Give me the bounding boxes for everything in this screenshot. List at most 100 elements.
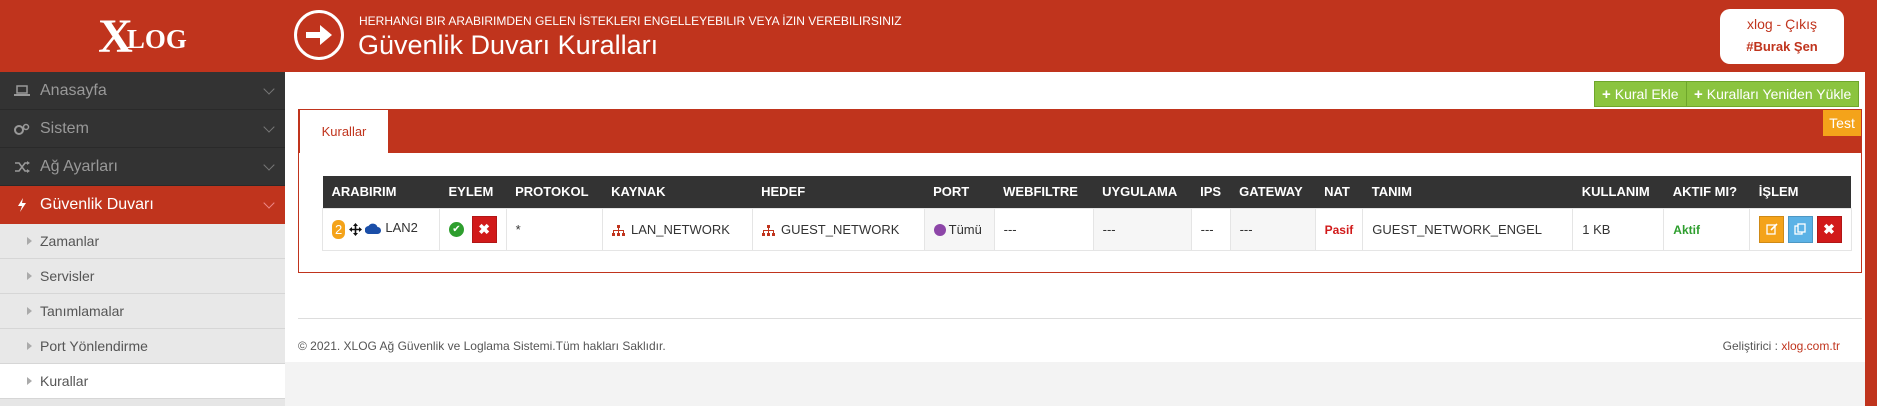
panel-header: Kurallar Test	[299, 110, 1861, 153]
sidebar-subitem-label: Servisler	[40, 268, 95, 284]
logo-text-small: LOG	[126, 23, 187, 54]
add-rule-label: Kural Ekle	[1614, 86, 1679, 102]
chevron-down-icon	[263, 121, 275, 133]
col-header-ips[interactable]: IPS	[1191, 176, 1231, 208]
gears-icon	[14, 123, 30, 135]
footer-developer: Geliştirici : xlog.com.tr	[1723, 339, 1840, 353]
sidebar-subitem-label: Kurallar	[40, 373, 89, 389]
cell-protocol: *	[505, 207, 603, 251]
sidebar-item-label: Anasayfa	[40, 81, 107, 99]
cell-active: Aktif	[1663, 207, 1751, 251]
logout-link[interactable]: Çıkış	[1785, 16, 1817, 32]
rules-table: ARABIRIM EYLEM PROTOKOL KAYNAK HEDEF POR…	[322, 176, 1852, 251]
sidebar-subitem-zamanlar[interactable]: Zamanlar	[0, 224, 285, 259]
sidebar-item-anasayfa[interactable]: Anasayfa	[0, 72, 285, 110]
move-icon[interactable]	[348, 220, 366, 236]
col-header-kullanim[interactable]: KULLANIM	[1572, 176, 1664, 208]
rule-order-badge: 2	[332, 219, 346, 239]
bolt-icon	[14, 198, 30, 212]
col-header-aktif-mi[interactable]: AKTIF MI?	[1663, 176, 1750, 208]
delete-button[interactable]: ✖	[1816, 215, 1842, 243]
user-separator: -	[1772, 16, 1786, 32]
check-circle-icon: ✔	[449, 221, 464, 237]
cell-webfilter: ---	[993, 207, 1094, 251]
col-header-webfiltre[interactable]: WEBFILTRE	[994, 176, 1094, 208]
sitemap-icon	[611, 223, 628, 237]
bottom-background	[285, 362, 1865, 406]
rules-panel: Kurallar Test ARABIRIM EYLEM PROTOKOL KA…	[298, 109, 1862, 273]
top-header: HERHANGI BIR ARABIRIMDEN GELEN İSTEKLERI…	[285, 0, 1877, 72]
cell-actions: ✖	[1749, 207, 1852, 251]
triangle-right-icon	[27, 342, 32, 350]
cell-application: ---	[1092, 207, 1192, 251]
sitemap-icon	[761, 223, 778, 237]
page-title: Güvenlik Duvarı Kuralları	[358, 30, 659, 60]
col-header-hedef[interactable]: HEDEF	[752, 176, 925, 208]
col-header-islem[interactable]: İŞLEM	[1749, 176, 1852, 208]
shuffle-icon	[14, 160, 30, 173]
chevron-down-icon	[263, 159, 275, 171]
cell-source: LAN_NETWORK	[601, 207, 753, 251]
col-header-nat[interactable]: NAT	[1315, 176, 1363, 208]
add-rule-button[interactable]: + Kural Ekle	[1594, 81, 1687, 107]
col-header-port[interactable]: PORT	[924, 176, 995, 208]
main-content: + Kural Ekle + Kuralları Yeniden Yükle K…	[285, 72, 1865, 406]
user-tag: #Burak Şen	[1746, 39, 1818, 54]
plus-icon: +	[1602, 85, 1611, 103]
cell-usage: 1 KB	[1572, 207, 1665, 251]
active-status[interactable]: Aktif	[1673, 223, 1700, 237]
cell-target: GUEST_NETWORK	[751, 207, 925, 251]
sidebar-item-sistem[interactable]: Sistem	[0, 110, 285, 148]
target-name: GUEST_NETWORK	[780, 221, 900, 237]
sidebar-subitem-label: Zamanlar	[40, 233, 100, 249]
col-header-arabirim[interactable]: ARABIRIM	[322, 176, 440, 208]
col-header-tanim[interactable]: TANIM	[1362, 176, 1573, 208]
cell-interface: 2 LAN2	[322, 207, 440, 251]
cell-ips: ---	[1190, 207, 1231, 251]
table-row: 2 LAN2 ✔ ✖ * LAN_NETWORK GUEST_NETWORK T…	[322, 207, 1852, 251]
col-header-uygulama[interactable]: UYGULAMA	[1093, 176, 1192, 208]
sidebar-subitem-tanimlamalar[interactable]: Tanımlamalar	[0, 294, 285, 329]
col-header-protokol[interactable]: PROTOKOL	[506, 176, 603, 208]
tab-kurallar[interactable]: Kurallar	[300, 110, 388, 153]
chevron-down-icon	[263, 197, 275, 209]
triangle-right-icon	[27, 237, 32, 245]
user-box: xlog - Çıkış #Burak Şen	[1720, 9, 1844, 64]
sidebar-subitem-servisler[interactable]: Servisler	[0, 259, 285, 294]
edit-button[interactable]	[1759, 215, 1785, 243]
triangle-right-icon	[27, 307, 32, 315]
nat-status[interactable]: Pasif	[1325, 223, 1354, 237]
col-header-eylem[interactable]: EYLEM	[439, 176, 507, 208]
chevron-down-icon	[263, 83, 275, 95]
window-scrollbar[interactable]	[1865, 0, 1877, 406]
sidebar-subitem-kurallar[interactable]: Kurallar	[0, 364, 285, 399]
developer-label: Geliştirici :	[1722, 339, 1782, 353]
deny-toggle-button[interactable]: ✖	[471, 215, 497, 243]
copy-button[interactable]	[1787, 215, 1813, 243]
port-value: Tümü	[948, 221, 982, 237]
sidebar-item-guvenlik-duvari[interactable]: Güvenlik Duvarı	[0, 186, 285, 224]
sidebar-subitem-port-yonlendirme[interactable]: Port Yönlendirme	[0, 329, 285, 364]
sidebar-item-label: Güvenlik Duvarı	[40, 196, 154, 213]
source-name: LAN_NETWORK	[630, 221, 730, 237]
brand-logo[interactable]: X LOG	[0, 0, 285, 72]
col-header-kaynak[interactable]: KAYNAK	[602, 176, 753, 208]
footer-divider	[298, 318, 1862, 319]
sidebar-item-label: Ağ Ayarları	[40, 157, 118, 175]
reload-rules-button[interactable]: + Kuralları Yeniden Yükle	[1686, 81, 1860, 107]
developer-link[interactable]: xlog.com.tr	[1781, 339, 1840, 353]
test-button[interactable]: Test	[1823, 110, 1861, 136]
table-header-row: ARABIRIM EYLEM PROTOKOL KAYNAK HEDEF POR…	[322, 176, 1852, 208]
arrow-right-icon	[294, 10, 344, 60]
footer-copyright: © 2021. XLOG Ağ Güvenlik ve Loglama Sist…	[298, 339, 666, 353]
cell-port: Tümü	[923, 207, 995, 251]
cell-action: ✔ ✖	[439, 207, 507, 251]
reload-rules-label: Kuralları Yeniden Yükle	[1706, 86, 1852, 102]
username: xlog	[1746, 16, 1773, 32]
page-subtitle: HERHANGI BIR ARABIRIMDEN GELEN İSTEKLERI…	[359, 14, 902, 28]
globe-icon	[933, 224, 946, 237]
cell-nat: Pasif	[1314, 207, 1364, 251]
col-header-gateway[interactable]: GATEWAY	[1230, 176, 1316, 208]
plus-icon: +	[1694, 85, 1703, 103]
sidebar-item-ag-ayarlari[interactable]: Ağ Ayarları	[0, 148, 285, 186]
